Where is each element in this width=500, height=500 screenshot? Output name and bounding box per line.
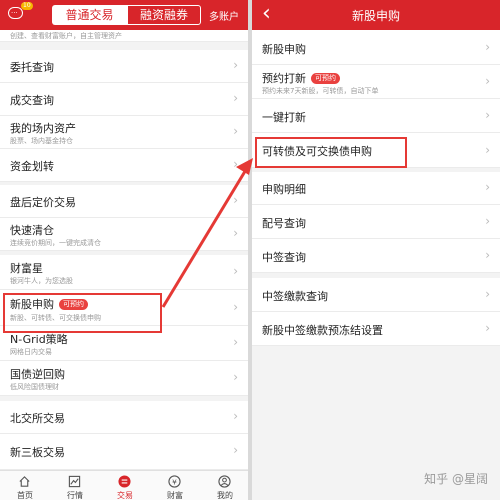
chevron-right-icon: › xyxy=(233,157,238,171)
wealth-icon: ¥ xyxy=(168,475,181,488)
item-label: 配号查询 xyxy=(262,217,306,230)
item-label: 一键打新 xyxy=(262,111,306,124)
account-subtitle: 创建、查看财富账户，自主管理资产 xyxy=(10,32,122,40)
menu-item-bse-trading[interactable]: 北交所交易 › xyxy=(0,401,248,434)
top-bar: ‹ 新股申购 xyxy=(252,0,500,30)
item-label: 我的场内资产 xyxy=(10,122,76,135)
user-icon xyxy=(218,475,231,488)
account-summary-row[interactable]: 创建、查看财富账户，自主管理资产 xyxy=(0,30,248,42)
item-subtitle: 银河牛人，为您选股 xyxy=(10,277,73,285)
tab-margin-trading[interactable]: 融资融券 xyxy=(127,5,201,25)
tab-label: 交易 xyxy=(117,491,133,500)
trade-icon xyxy=(118,475,131,488)
item-label: 快速清仓 xyxy=(10,224,54,237)
chevron-right-icon: › xyxy=(485,143,490,157)
menu-item-wealth-star[interactable]: 财富星银河牛人，为您选股 › xyxy=(0,255,248,290)
tab-mine[interactable]: 我的 xyxy=(200,471,248,500)
item-label: 财富星 xyxy=(10,262,43,275)
notification-badge: 10 xyxy=(21,2,33,10)
trade-screen: ··· 10 普通交易 融资融券 多账户 创建、查看财富账户，自主管理资产 委托… xyxy=(0,0,248,500)
chart-icon xyxy=(68,475,81,488)
menu-item-reserve-ipo[interactable]: 预约打新 可预约 预约未来7天新股，可转债，自动下单 › xyxy=(252,65,500,99)
item-label: 盘后定价交易 xyxy=(10,196,76,209)
tab-home[interactable]: 首页 xyxy=(0,471,50,500)
chevron-right-icon: › xyxy=(233,335,238,349)
top-bar: ··· 10 普通交易 融资融券 多账户 xyxy=(0,0,248,30)
chevron-right-icon: › xyxy=(485,321,490,335)
item-label: 国债逆回购 xyxy=(10,368,65,381)
menu-item-winning-query[interactable]: 中签查询 › xyxy=(252,239,500,273)
chevron-right-icon: › xyxy=(233,370,238,384)
chevron-right-icon: › xyxy=(233,124,238,138)
chevron-right-icon: › xyxy=(233,443,238,457)
item-label: 新股申购 xyxy=(262,43,306,56)
item-subtitle: 低风险国债理财 xyxy=(10,383,59,391)
menu-item-one-click-ipo[interactable]: 一键打新 › xyxy=(252,99,500,133)
chevron-right-icon: › xyxy=(233,300,238,314)
convertible-highlight-box xyxy=(255,137,407,168)
ipo-highlight-box xyxy=(3,293,162,333)
multi-account-link[interactable]: 多账户 xyxy=(209,8,239,23)
bottom-tab-bar: 首页 行情 交易 ¥ 财富 我的 xyxy=(0,470,248,500)
svg-text:¥: ¥ xyxy=(172,477,177,486)
menu-item-allotment-query[interactable]: 配号查询 › xyxy=(252,205,500,239)
chevron-right-icon: › xyxy=(233,264,238,278)
menu-item-subscription-detail[interactable]: 申购明细 › xyxy=(252,172,500,205)
chevron-right-icon: › xyxy=(485,248,490,262)
tab-wealth[interactable]: ¥ 财富 xyxy=(150,471,200,500)
menu-item-reverse-repo[interactable]: 国债逆回购低风险国债理财 › xyxy=(0,361,248,396)
item-label: 成交查询 xyxy=(10,94,54,107)
ipo-screen: ‹ 新股申购 新股申购 › 预约打新 可预约 预约未来7天新股，可转债，自动下单 › 一… xyxy=(252,0,500,500)
menu-item-quick-clear[interactable]: 快速清仓连续竞价期间，一键完成清仓 › xyxy=(0,218,248,251)
reservable-badge: 可预约 xyxy=(311,73,340,84)
chevron-right-icon: › xyxy=(485,287,490,301)
menu-item-new-stock-subscription[interactable]: 新股申购 › xyxy=(252,30,500,65)
chevron-right-icon: › xyxy=(485,214,490,228)
chevron-right-icon: › xyxy=(485,108,490,122)
tab-label: 财富 xyxy=(167,491,183,500)
watermark: 知乎 @星阔 xyxy=(424,472,488,486)
menu-item-neeq-trading[interactable]: 新三板交易 › xyxy=(0,434,248,470)
item-subtitle: 预约未来7天新股，可转债，自动下单 xyxy=(262,87,379,95)
page-title: 新股申购 xyxy=(351,9,400,23)
chevron-right-icon: › xyxy=(233,58,238,72)
item-label: 中签查询 xyxy=(262,251,306,264)
item-label: 中签缴款查询 xyxy=(262,290,328,303)
message-icon[interactable]: ··· xyxy=(8,7,23,19)
menu-item-fund-transfer[interactable]: 资金划转 › xyxy=(0,149,248,182)
menu-item-trade-query[interactable]: 成交查询 › xyxy=(0,83,248,116)
menu-item-payment-query[interactable]: 中签缴款查询 › xyxy=(252,278,500,312)
item-label: 新股中签缴款预冻结设置 xyxy=(262,324,383,337)
item-label: 北交所交易 xyxy=(10,412,65,425)
chevron-right-icon: › xyxy=(485,74,490,88)
chevron-right-icon: › xyxy=(233,91,238,105)
item-label: 资金划转 xyxy=(10,160,54,173)
item-label: 委托查询 xyxy=(10,61,54,74)
item-subtitle: 网格日内交易 xyxy=(10,348,52,356)
item-label-text: 预约打新 xyxy=(262,72,306,85)
menu-item-prefreeze-setting[interactable]: 新股中签缴款预冻结设置 › xyxy=(252,312,500,346)
item-subtitle: 连续竞价期间，一键完成清仓 xyxy=(10,239,101,247)
item-subtitle: 股票、场内基金持仓 xyxy=(10,137,73,145)
tab-trade[interactable]: 交易 xyxy=(100,471,150,500)
menu-item-after-hours[interactable]: 盘后定价交易 › xyxy=(0,185,248,218)
home-icon xyxy=(19,476,30,487)
item-label: 申购明细 xyxy=(262,183,306,196)
tab-label: 首页 xyxy=(17,491,33,500)
chevron-right-icon: › xyxy=(233,193,238,207)
item-label: N-Grid策略 xyxy=(10,333,68,346)
tab-normal-trading[interactable]: 普通交易 xyxy=(52,5,127,25)
item-label: 预约打新 可预约 xyxy=(262,70,340,86)
chevron-right-icon: › xyxy=(485,40,490,54)
menu-item-order-query[interactable]: 委托查询 › xyxy=(0,50,248,83)
tab-label: 我的 xyxy=(217,491,233,500)
tab-market[interactable]: 行情 xyxy=(50,471,100,500)
chevron-right-icon: › xyxy=(485,180,490,194)
tab-label: 行情 xyxy=(67,491,83,500)
chevron-right-icon: › xyxy=(233,409,238,423)
chevron-right-icon: › xyxy=(233,226,238,240)
menu-item-my-assets[interactable]: 我的场内资产股票、场内基金持仓 › xyxy=(0,116,248,149)
item-label: 新三板交易 xyxy=(10,446,65,459)
